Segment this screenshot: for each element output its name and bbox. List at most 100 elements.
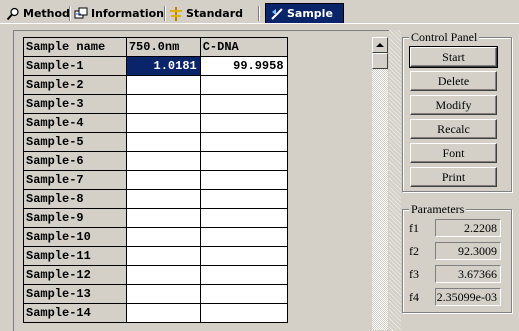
table-row: Sample-11 — [23, 246, 383, 266]
table-row: Sample-14 — [23, 303, 383, 323]
table-row: Sample-6 — [23, 151, 383, 171]
parameter-label: f3 — [409, 266, 419, 281]
parameter-value-f2: 92.3009 — [435, 242, 501, 260]
table-cell[interactable] — [125, 189, 201, 209]
row-header[interactable]: Sample-10 — [23, 227, 127, 247]
table-row: Sample-4 — [23, 113, 383, 133]
tab-strip: Method Information Standard Sample — [0, 0, 519, 24]
parameter-value-f1: 2.2208 — [435, 219, 501, 237]
row-header[interactable]: Sample-8 — [23, 189, 127, 209]
table-cell[interactable] — [125, 132, 201, 152]
tab-label: Information — [91, 7, 164, 20]
start-button[interactable]: Start — [409, 46, 498, 68]
table-cell[interactable] — [125, 265, 201, 285]
table-cell[interactable] — [199, 75, 288, 95]
parameters-title: Parameters — [409, 202, 467, 217]
parameter-label: f1 — [409, 220, 419, 235]
scroll-thumb[interactable] — [372, 53, 388, 69]
column-header-750nm[interactable]: 750.0nm — [125, 37, 201, 57]
parameter-row-f4: f4 2.35099e-03 — [409, 287, 501, 307]
table-cell[interactable] — [199, 94, 288, 114]
table-cell[interactable] — [125, 227, 201, 247]
table-cell[interactable] — [199, 113, 288, 133]
table-cell[interactable] — [199, 227, 288, 247]
row-header[interactable]: Sample-2 — [23, 75, 127, 95]
table-cell[interactable] — [125, 94, 201, 114]
arrow-up-icon — [376, 43, 384, 47]
tab-sample[interactable]: Sample — [265, 3, 344, 24]
table-cell[interactable] — [199, 208, 288, 228]
print-button[interactable]: Print — [410, 167, 497, 187]
row-header[interactable]: Sample-7 — [23, 170, 127, 190]
row-header[interactable]: Sample-6 — [23, 151, 127, 171]
table-cell[interactable]: 1.0181 — [125, 56, 201, 76]
row-header[interactable]: Sample-3 — [23, 94, 127, 114]
parameter-label: f4 — [409, 289, 419, 304]
table-row: Sample-13 — [23, 284, 383, 304]
tab-label: Sample — [287, 7, 333, 20]
table-row: Sample-12 — [23, 265, 383, 285]
parameter-value-f3: 3.67366 — [435, 265, 501, 283]
table-cell[interactable] — [125, 170, 201, 190]
magnifier-icon — [6, 7, 20, 21]
table-cell[interactable] — [125, 75, 201, 95]
tab-method[interactable]: Method — [2, 4, 70, 23]
row-header[interactable]: Sample-14 — [23, 303, 127, 323]
recalc-button[interactable]: Recalc — [410, 119, 497, 139]
parameter-value-f4: 2.35099e-03 — [435, 288, 501, 306]
table-cell[interactable] — [125, 151, 201, 171]
row-header[interactable]: Sample-13 — [23, 284, 127, 304]
table-cell[interactable] — [125, 284, 201, 304]
table-row: Sample-2 — [23, 75, 383, 95]
row-header[interactable]: Sample-5 — [23, 132, 127, 152]
sample-icon — [270, 7, 284, 21]
sample-table: Sample name 750.0nm C-DNA Sample-1 1.018… — [23, 37, 383, 323]
row-header[interactable]: Sample-9 — [23, 208, 127, 228]
font-button[interactable]: Font — [410, 143, 497, 163]
table-row: Sample-1 1.0181 99.9958 — [23, 56, 383, 76]
table-row: Sample-3 — [23, 94, 383, 114]
row-header[interactable]: Sample-12 — [23, 265, 127, 285]
column-header-c-dna[interactable]: C-DNA — [199, 37, 288, 57]
tab-information[interactable]: Information — [70, 4, 165, 23]
control-panel-group: Control Panel Start Delete Modify Recalc… — [402, 30, 512, 192]
parameter-label: f2 — [409, 243, 419, 258]
column-header-sample-name[interactable]: Sample name — [23, 37, 127, 57]
scroll-up-button[interactable] — [372, 37, 388, 53]
table-cell[interactable]: 99.9958 — [199, 56, 288, 76]
tab-label: Method — [23, 7, 70, 20]
parameter-row-f3: f3 3.67366 — [409, 264, 501, 284]
table-row: Sample-9 — [23, 208, 383, 228]
table-cell[interactable] — [199, 246, 288, 266]
control-panel-title: Control Panel — [409, 30, 480, 45]
delete-button[interactable]: Delete — [410, 71, 497, 91]
table-cell[interactable] — [199, 132, 288, 152]
table-row: Sample-5 — [23, 132, 383, 152]
splitter[interactable] — [389, 30, 401, 330]
standard-icon — [169, 6, 183, 21]
tab-standard[interactable]: Standard — [165, 4, 259, 23]
information-icon — [74, 7, 88, 21]
table-header-row: Sample name 750.0nm C-DNA — [23, 37, 383, 57]
table-cell[interactable] — [125, 303, 201, 323]
table-cell[interactable] — [125, 246, 201, 266]
row-header[interactable]: Sample-4 — [23, 113, 127, 133]
sample-grid-panel: Sample name 750.0nm C-DNA Sample-1 1.018… — [13, 30, 393, 331]
table-cell[interactable] — [199, 303, 288, 323]
modify-button[interactable]: Modify — [410, 95, 497, 115]
parameter-row-f1: f1 2.2208 — [409, 218, 501, 238]
table-cell[interactable] — [125, 113, 201, 133]
table-cell[interactable] — [199, 170, 288, 190]
table-row: Sample-8 — [23, 189, 383, 209]
table-cell[interactable] — [199, 265, 288, 285]
table-cell[interactable] — [125, 208, 201, 228]
table-cell[interactable] — [199, 284, 288, 304]
row-header[interactable]: Sample-1 — [23, 56, 127, 76]
vertical-scrollbar[interactable] — [372, 37, 388, 330]
table-row: Sample-7 — [23, 170, 383, 190]
row-header[interactable]: Sample-11 — [23, 246, 127, 266]
table-cell[interactable] — [199, 151, 288, 171]
table-cell[interactable] — [199, 189, 288, 209]
parameter-row-f2: f2 92.3009 — [409, 241, 501, 261]
table-row: Sample-10 — [23, 227, 383, 247]
